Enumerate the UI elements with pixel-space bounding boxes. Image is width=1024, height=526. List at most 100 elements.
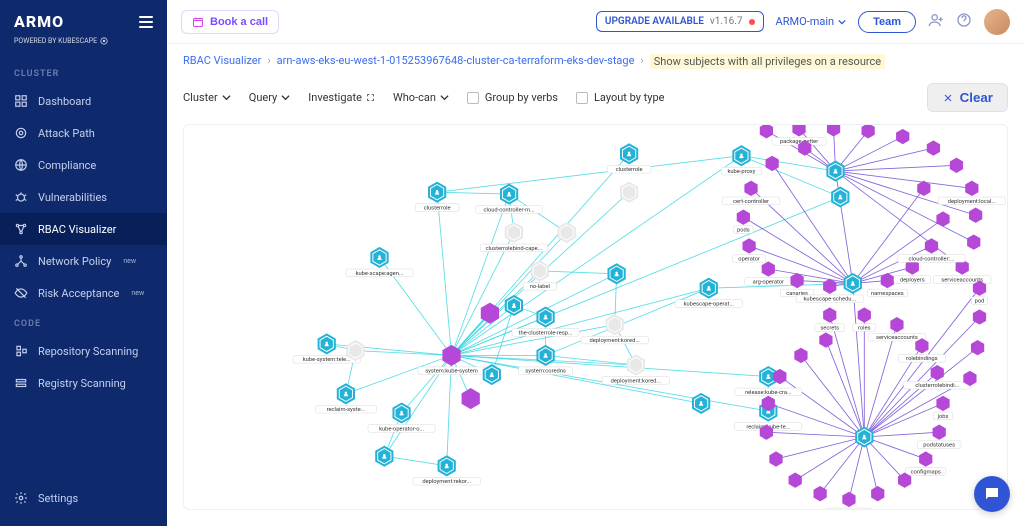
upgrade-label: UPGRADE AVAILABLE — [605, 16, 704, 27]
svg-text:rolebindings: rolebindings — [906, 356, 937, 362]
svg-text:kube-scape:agen...: kube-scape:agen... — [356, 271, 404, 277]
sidebar-item-registry-scanning[interactable]: Registry Scanning — [0, 367, 167, 399]
svg-text:operator: operator — [738, 256, 760, 262]
sidebar-item-label: Repository Scanning — [38, 345, 138, 358]
topbar: Book a call UPGRADE AVAILABLE v1.16.7 AR… — [167, 0, 1024, 44]
svg-text:release:kube-cra...: release:kube-cra... — [745, 390, 792, 396]
sidebar-item-rbac-visualizer[interactable]: RBAC Visualizer — [0, 213, 167, 245]
svg-text:the-clusterrole-resp...: the-clusterrole-resp... — [519, 330, 573, 336]
checkbox-icon — [467, 92, 479, 104]
graph-toolbar: Cluster Query Investigate Who-can Group … — [167, 79, 1024, 124]
sidebar-item-risk-acceptance[interactable]: Risk Acceptance new — [0, 277, 167, 309]
svg-text:pod: pod — [975, 299, 985, 305]
sidebar-item-label: Compliance — [38, 159, 96, 172]
svg-text:system:kube-system: system:kube-system — [425, 369, 478, 375]
svg-text:deployment:local...: deployment:local... — [948, 199, 997, 205]
svg-text:serviceaccounts: serviceaccounts — [876, 335, 918, 341]
breadcrumb-cluster[interactable]: arn-aws-eks-eu-west-1-015253967648-clust… — [277, 54, 635, 69]
chevron-down-icon — [440, 93, 449, 102]
svg-text:cloud-controller:...: cloud-controller:... — [909, 256, 955, 262]
sidebar-item-settings[interactable]: Settings — [0, 482, 167, 514]
upgrade-available-button[interactable]: UPGRADE AVAILABLE v1.16.7 — [596, 11, 764, 32]
sidebar-item-label: Network Policy — [38, 255, 111, 268]
eye-off-icon — [14, 286, 28, 300]
add-user-icon[interactable] — [928, 12, 944, 32]
chat-icon — [983, 485, 1001, 503]
book-call-label: Book a call — [210, 16, 268, 28]
svg-text:pods: pods — [737, 228, 750, 234]
svg-text:deployment:kored...: deployment:kored... — [611, 378, 662, 384]
sidebar-item-label: Attack Path — [38, 127, 95, 140]
brand-tagline: POWERED BY KUBESCAPE — [0, 37, 167, 59]
breadcrumb: RBAC Visualizer › arn-aws-eks-eu-west-1-… — [167, 44, 1024, 79]
sidebar-item-network-policy[interactable]: Network Policy new — [0, 245, 167, 277]
chevron-down-icon — [838, 18, 846, 26]
sidebar-section-cluster: CLUSTER — [0, 59, 167, 85]
svg-text:system:coredns: system:coredns — [525, 369, 566, 375]
notification-dot-icon — [749, 19, 755, 25]
sidebar-item-dashboard[interactable]: Dashboard — [0, 85, 167, 117]
sidebar-item-repo-scanning[interactable]: Repository Scanning — [0, 335, 167, 367]
svg-text:kubescape-operat...: kubescape-operat... — [684, 301, 735, 307]
calendar-icon — [192, 16, 204, 28]
svg-text:podstatuses: podstatuses — [923, 443, 955, 449]
help-icon[interactable] — [956, 12, 972, 32]
svg-text:clusterrole: clusterrole — [424, 205, 451, 211]
new-badge: new — [131, 289, 144, 297]
group-by-verbs-checkbox[interactable]: Group by verbs — [467, 91, 558, 104]
svg-text:cloud-controller-m...: cloud-controller-m... — [484, 207, 536, 213]
svg-text:no-label: no-label — [530, 284, 550, 290]
clear-button[interactable]: Clear — [927, 83, 1008, 112]
svg-text:deployment:rekor...: deployment:rekor... — [422, 479, 471, 485]
sidebar-item-compliance[interactable]: Compliance — [0, 149, 167, 181]
sidebar-item-label: Dashboard — [38, 95, 91, 108]
svg-text:namespaces: namespaces — [871, 291, 904, 297]
workspace-name: ARMO-main — [776, 15, 835, 28]
whocan-dropdown[interactable]: Who-can — [393, 91, 449, 104]
svg-text:roles: roles — [858, 325, 871, 331]
sidebar-item-attack-path[interactable]: Attack Path — [0, 117, 167, 149]
graph-icon — [14, 222, 28, 236]
rbac-graph-canvas[interactable]: system:kube-system clusterrole cloud-contr… — [183, 124, 1008, 510]
new-badge: new — [123, 257, 136, 265]
investigate-button[interactable]: Investigate — [308, 91, 375, 104]
checkbox-icon — [576, 92, 588, 104]
sidebar-section-code: CODE — [0, 309, 167, 335]
chat-fab[interactable] — [974, 476, 1010, 512]
target-icon — [14, 126, 28, 140]
menu-toggle-icon[interactable] — [139, 16, 153, 28]
svg-text:kube-proxy: kube-proxy — [727, 169, 755, 175]
svg-text:kubescape-schedu...: kubescape-schedu... — [803, 297, 856, 303]
avatar[interactable] — [984, 9, 1010, 35]
sidebar-item-vulnerabilities[interactable]: Vulnerabilities — [0, 181, 167, 213]
bug-icon — [14, 190, 28, 204]
svg-text:clusterrole: clusterrole — [616, 167, 643, 173]
sidebar-item-label: Vulnerabilities — [38, 191, 107, 204]
svg-text:jobs: jobs — [937, 414, 949, 420]
expand-icon — [366, 93, 375, 102]
svg-text:kube-operator-o...: kube-operator-o... — [379, 426, 424, 432]
layout-by-type-checkbox[interactable]: Layout by type — [576, 91, 664, 104]
query-dropdown[interactable]: Query — [249, 91, 291, 104]
breadcrumb-current: Show subjects with all privileges on a r… — [650, 54, 885, 69]
brand-logo: ARMO — [14, 12, 64, 31]
team-button[interactable]: Team — [858, 11, 916, 33]
sidebar-item-label: RBAC Visualizer — [38, 223, 116, 236]
book-call-button[interactable]: Book a call — [181, 10, 279, 34]
workspace-selector[interactable]: ARMO-main — [776, 15, 847, 28]
sidebar-item-label: Registry Scanning — [38, 377, 126, 390]
cluster-dropdown[interactable]: Cluster — [183, 91, 231, 104]
chevron-down-icon — [222, 93, 231, 102]
breadcrumb-root[interactable]: RBAC Visualizer — [183, 54, 261, 69]
svg-text:secrets: secrets — [820, 325, 839, 331]
dashboard-icon — [14, 94, 28, 108]
sidebar: ARMO POWERED BY KUBESCAPE CLUSTER Dashbo… — [0, 0, 167, 526]
svg-text:configmaps: configmaps — [911, 468, 941, 475]
svg-text:arg-operator: arg-operator — [753, 279, 784, 285]
sidebar-item-label: Risk Acceptance — [38, 287, 119, 300]
repo-icon — [14, 344, 28, 358]
close-icon — [942, 92, 954, 104]
main-content: Book a call UPGRADE AVAILABLE v1.16.7 AR… — [167, 0, 1024, 526]
upgrade-version: v1.16.7 — [710, 16, 743, 27]
svg-text:cert-controller: cert-controller — [733, 199, 769, 205]
